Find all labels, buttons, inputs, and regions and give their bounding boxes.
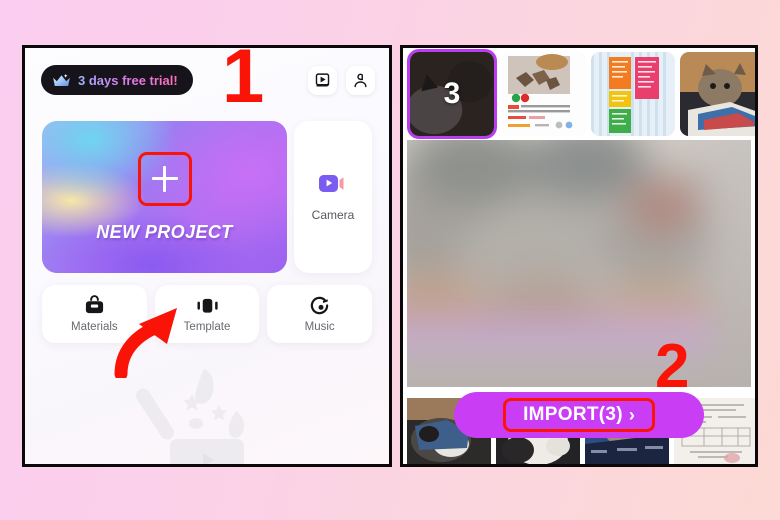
music-label: Music [304, 321, 335, 333]
crown-icon [53, 73, 70, 86]
step-1-number: 1 [222, 34, 265, 119]
right-screen-body: 3 IMPORT(3) › [403, 48, 755, 464]
chevron-right-icon: › [628, 405, 635, 425]
import-button-highlight: IMPORT(3) › [503, 398, 655, 432]
thumb-listing-image [502, 52, 586, 136]
thumbnail-order-badge: 3 [443, 77, 461, 110]
music-icon [310, 296, 329, 315]
preview-blurred-image [407, 140, 711, 347]
trial-badge-label: 3 days free trial! [78, 72, 178, 88]
thumbnail-item[interactable] [502, 52, 586, 136]
thumbnail-item[interactable]: 3 [407, 49, 497, 139]
right-app-screen: 3 IMPORT(3) › [400, 45, 758, 467]
left-app-screen: 3 days free trial! NEW PROJECT Camera Ma… [22, 45, 392, 467]
thumbnail-item[interactable] [591, 52, 675, 136]
trial-badge[interactable]: 3 days free trial! [39, 63, 195, 97]
empty-state-illustration [136, 369, 244, 464]
image-preview [407, 140, 751, 387]
step-2-number: 2 [655, 332, 690, 401]
new-project-card[interactable]: NEW PROJECT [42, 121, 287, 273]
import-button-label: IMPORT(3) [523, 404, 623, 425]
left-screen-body: 3 days free trial! NEW PROJECT Camera Ma… [25, 48, 389, 464]
thumb-kitten-image [680, 52, 755, 136]
materials-icon [85, 295, 103, 314]
camera-icon [319, 175, 344, 192]
header-icon-group [308, 65, 375, 95]
thumb-chart-image [591, 52, 675, 136]
tutorial-button[interactable] [308, 65, 337, 95]
plus-icon[interactable] [137, 151, 192, 206]
tutorial-icon [315, 72, 330, 87]
screenshot-pair: 3 days free trial! NEW PROJECT Camera Ma… [22, 45, 758, 467]
new-project-label: NEW PROJECT [96, 221, 233, 242]
materials-label: Materials [71, 321, 118, 333]
profile-icon [354, 73, 367, 87]
left-header: 3 days free trial! [39, 62, 375, 98]
music-card[interactable]: Music [267, 285, 373, 343]
selected-thumbnail-strip[interactable]: 3 [403, 48, 755, 140]
step-1-arrow [114, 308, 177, 378]
profile-button[interactable] [346, 65, 375, 95]
thumbnail-item[interactable] [680, 52, 755, 136]
camera-card[interactable]: Camera [294, 121, 372, 273]
camera-label: Camera [311, 208, 355, 222]
